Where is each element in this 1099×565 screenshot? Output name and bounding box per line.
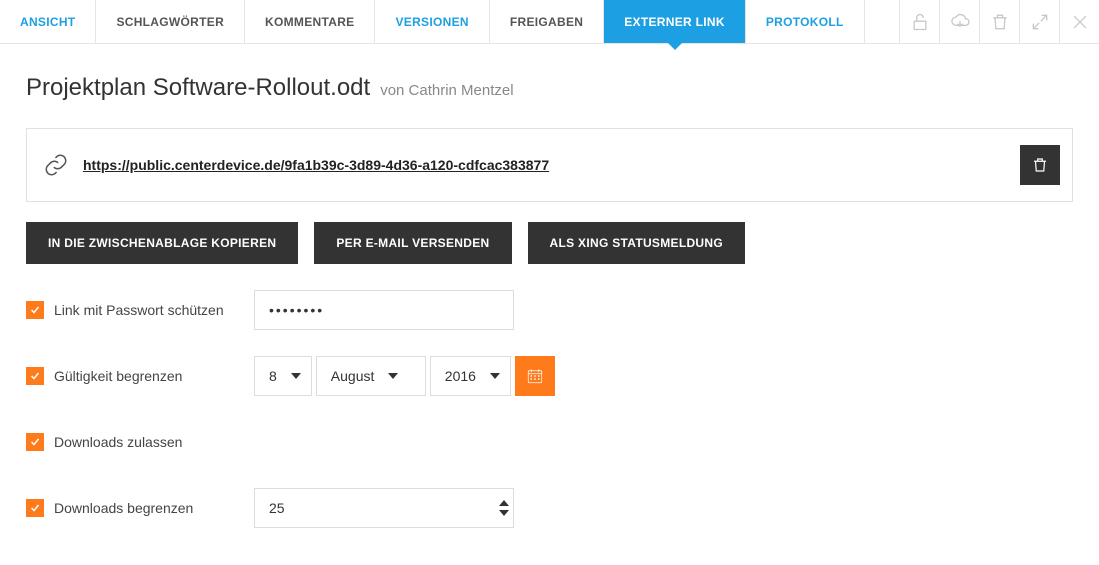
send-email-button[interactable]: PER E-MAIL VERSENDEN [314,222,511,264]
xing-status-button[interactable]: ALS XING STATUSMELDUNG [528,222,746,264]
spinner-down[interactable] [499,510,509,516]
day-select[interactable]: 8 [254,356,312,396]
tab-freigaben[interactable]: FREIGABEN [490,0,604,43]
limit-downloads-checkbox[interactable] [26,499,44,517]
password-label: Link mit Passwort schützen [54,302,254,318]
limit-downloads-label: Downloads begrenzen [54,500,254,516]
spinner-up[interactable] [499,500,509,506]
tab-versionen[interactable]: VERSIONEN [375,0,489,43]
tab-externer-link[interactable]: EXTERNER LINK [604,0,746,43]
author-label: von Cathrin Mentzel [380,82,513,99]
password-checkbox[interactable] [26,301,44,319]
delete-link-button[interactable] [1020,145,1060,185]
calendar-button[interactable] [515,356,555,396]
tab-kommentare[interactable]: KOMMENTARE [245,0,375,43]
unlock-icon[interactable] [899,0,939,43]
cloud-download-icon[interactable] [939,0,979,43]
download-limit-spinner[interactable]: 25 [254,488,514,528]
validity-label: Gültigkeit begrenzen [54,368,254,384]
external-link-url[interactable]: https://public.centerdevice.de/9fa1b39c-… [83,157,1006,173]
close-icon[interactable] [1059,0,1099,43]
link-icon [43,152,69,178]
trash-icon [1031,156,1049,174]
month-select[interactable]: August [316,356,426,396]
tab-schlagwoerter[interactable]: SCHLAGWÖRTER [96,0,245,43]
tab-bar: ANSICHT SCHLAGWÖRTER KOMMENTARE VERSIONE… [0,0,1099,44]
tab-protokoll[interactable]: PROTOKOLL [746,0,865,43]
allow-downloads-label: Downloads zulassen [54,434,254,450]
link-box: https://public.centerdevice.de/9fa1b39c-… [26,128,1073,202]
copy-clipboard-button[interactable]: IN DIE ZWISCHENABLAGE KOPIEREN [26,222,298,264]
password-input[interactable] [254,290,514,330]
year-select[interactable]: 2016 [430,356,511,396]
page-title: Projektplan Software-Rollout.odt [26,74,370,102]
validity-checkbox[interactable] [26,367,44,385]
expand-icon[interactable] [1019,0,1059,43]
allow-downloads-checkbox[interactable] [26,433,44,451]
trash-icon[interactable] [979,0,1019,43]
tab-ansicht[interactable]: ANSICHT [0,0,96,43]
calendar-icon [526,367,544,385]
